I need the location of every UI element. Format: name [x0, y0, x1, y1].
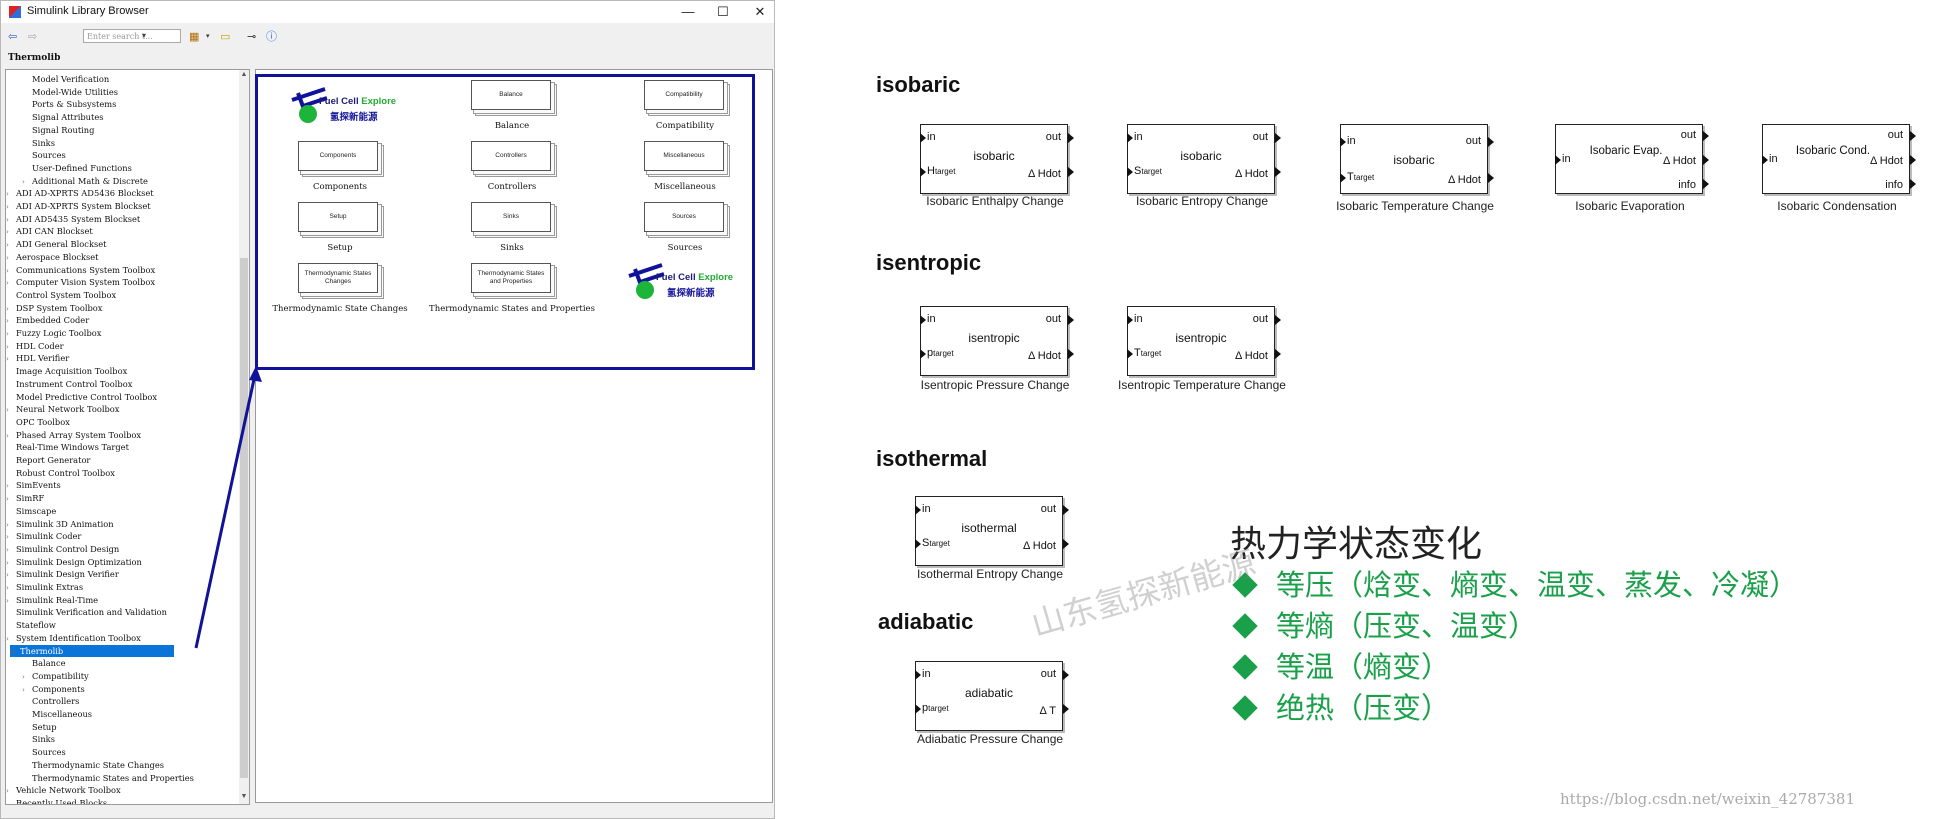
caption-adiabatic-pressure: Adiabatic Pressure Change	[916, 732, 1064, 746]
caption-isobaric-enthalpy: Isobaric Enthalpy Change	[926, 194, 1064, 208]
block-isobaric-temperature[interactable]: in out isobaric Ttarget Δ Hdot	[1340, 124, 1494, 194]
block-adiabatic-pressure[interactable]: in out adiabatic ptarget Δ T	[915, 661, 1069, 731]
pointer-arrow	[194, 366, 262, 649]
caption-isothermal-entropy: Isothermal Entropy Change	[916, 567, 1064, 581]
caption-isobaric-entropy: Isobaric Entropy Change	[1135, 194, 1269, 208]
block-isobaric-condensation[interactable]: in out Isobaric Cond. Δ Hdot info	[1762, 124, 1916, 194]
section-adiabatic: adiabatic	[878, 609, 974, 634]
section-isentropic: isentropic	[876, 250, 982, 275]
summary-item: 等压（焓变、熵变、温变、蒸发、冷凝）	[1230, 562, 1798, 604]
block-isentropic-temperature[interactable]: in out isentropic Ttarget Δ Hdot	[1127, 306, 1281, 376]
block-isobaric-entropy[interactable]: in out isobaric Starget Δ Hdot	[1127, 124, 1281, 194]
caption-isentropic-pressure: Isentropic Pressure Change	[920, 378, 1070, 392]
caption-isobaric-evaporation: Isobaric Evaporation	[1575, 199, 1685, 213]
summary-item: 绝热（压变）	[1230, 685, 1450, 727]
caption-isobaric-temperature: Isobaric Temperature Change	[1336, 199, 1494, 213]
summary-item: 等温（熵变）	[1230, 644, 1450, 686]
caption-isentropic-temperature: Isentropic Temperature Change	[1118, 378, 1286, 392]
source-url: https://blog.csdn.net/weixin_42787381	[1560, 790, 1856, 808]
section-isothermal: isothermal	[876, 446, 988, 471]
block-isobaric-evaporation[interactable]: in out Isobaric Evap. Δ Hdot info	[1555, 124, 1709, 194]
summary-item: 等熵（压变、温变）	[1230, 603, 1537, 645]
diamond-bullet-icon	[1232, 613, 1258, 639]
diamond-bullet-icon	[1232, 695, 1258, 721]
block-isobaric-enthalpy[interactable]: in out isobaric Htarget Δ Hdot	[920, 124, 1074, 194]
block-isothermal-entropy[interactable]: in out isothermal Starget Δ Hdot	[915, 496, 1069, 566]
caption-isobaric-condensation: Isobaric Condensation	[1777, 199, 1897, 213]
summary-title: 热力学状态变化	[1230, 524, 1483, 565]
block-isentropic-pressure[interactable]: in out isentropic ptarget Δ Hdot	[920, 306, 1074, 376]
diamond-bullet-icon	[1232, 654, 1258, 680]
section-isobaric: isobaric	[876, 72, 961, 97]
